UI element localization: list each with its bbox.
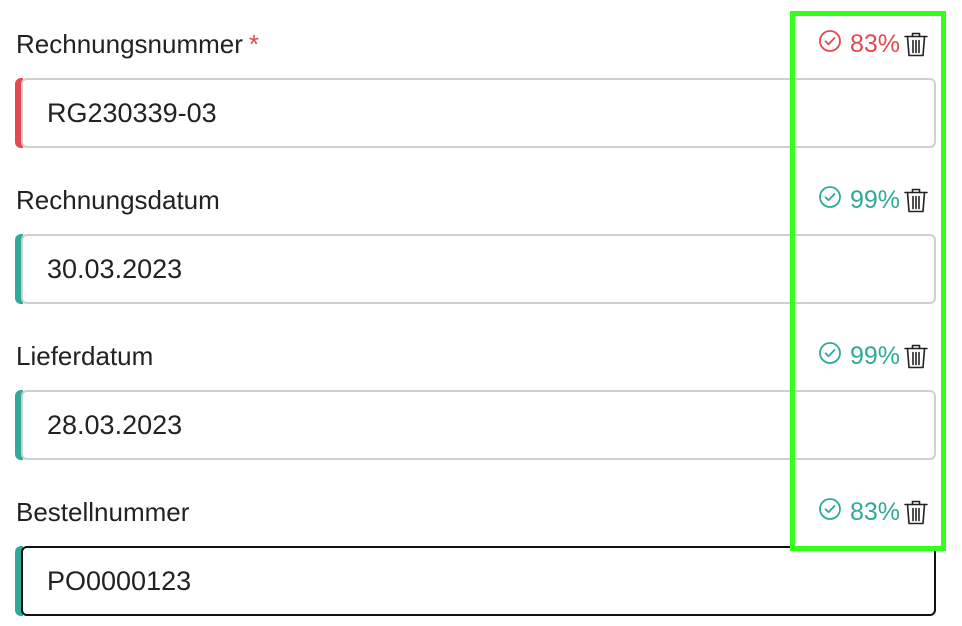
trash-icon[interactable] <box>902 498 930 526</box>
field-lieferdatum: Lieferdatum 99% <box>0 312 962 468</box>
check-circle-icon <box>818 185 842 216</box>
field-bestellnummer: Bestellnummer 83% <box>0 468 962 624</box>
invoice-field-form: Rechnungsnummer* 83% Rechnungsdatum 99% <box>0 0 962 626</box>
field-label-text: Rechnungsdatum <box>16 185 220 215</box>
field-label-text: Lieferdatum <box>16 341 154 371</box>
field-input-wrapper <box>15 546 936 616</box>
field-label-text: Rechnungsnummer <box>16 29 243 59</box>
trash-icon[interactable] <box>902 186 930 214</box>
field-label-text: Bestellnummer <box>16 497 190 527</box>
confidence-indicator: 99% <box>818 340 900 372</box>
check-circle-icon <box>818 29 842 60</box>
confidence-indicator: 83% <box>818 28 900 60</box>
confidence-value: 99% <box>849 341 900 370</box>
field-rechnungsdatum: Rechnungsdatum 99% <box>0 156 962 312</box>
trash-icon[interactable] <box>902 342 930 370</box>
rechnungsdatum-input[interactable] <box>21 234 936 304</box>
field-rechnungsnummer: Rechnungsnummer * 83% <box>0 0 962 156</box>
trash-icon[interactable] <box>902 30 930 58</box>
field-label: Rechnungsnummer * <box>16 28 259 60</box>
lieferdatum-input[interactable] <box>21 390 936 460</box>
confidence-value: 83% <box>849 497 900 526</box>
rechnungsnummer-input[interactable] <box>21 78 936 148</box>
confidence-indicator: 83% <box>818 496 900 528</box>
bestellnummer-input[interactable] <box>21 546 936 616</box>
field-label: Lieferdatum <box>16 340 153 372</box>
confidence-value: 83% <box>849 29 900 58</box>
check-circle-icon <box>818 497 842 528</box>
field-label: Bestellnummer <box>16 496 189 528</box>
check-circle-icon <box>818 341 842 372</box>
confidence-indicator: 99% <box>818 184 900 216</box>
confidence-value: 99% <box>849 185 900 214</box>
field-input-wrapper <box>15 78 936 148</box>
field-input-wrapper <box>15 390 936 460</box>
required-asterisk: * <box>248 29 260 59</box>
field-input-wrapper <box>15 234 936 304</box>
field-label: Rechnungsdatum <box>16 184 220 216</box>
